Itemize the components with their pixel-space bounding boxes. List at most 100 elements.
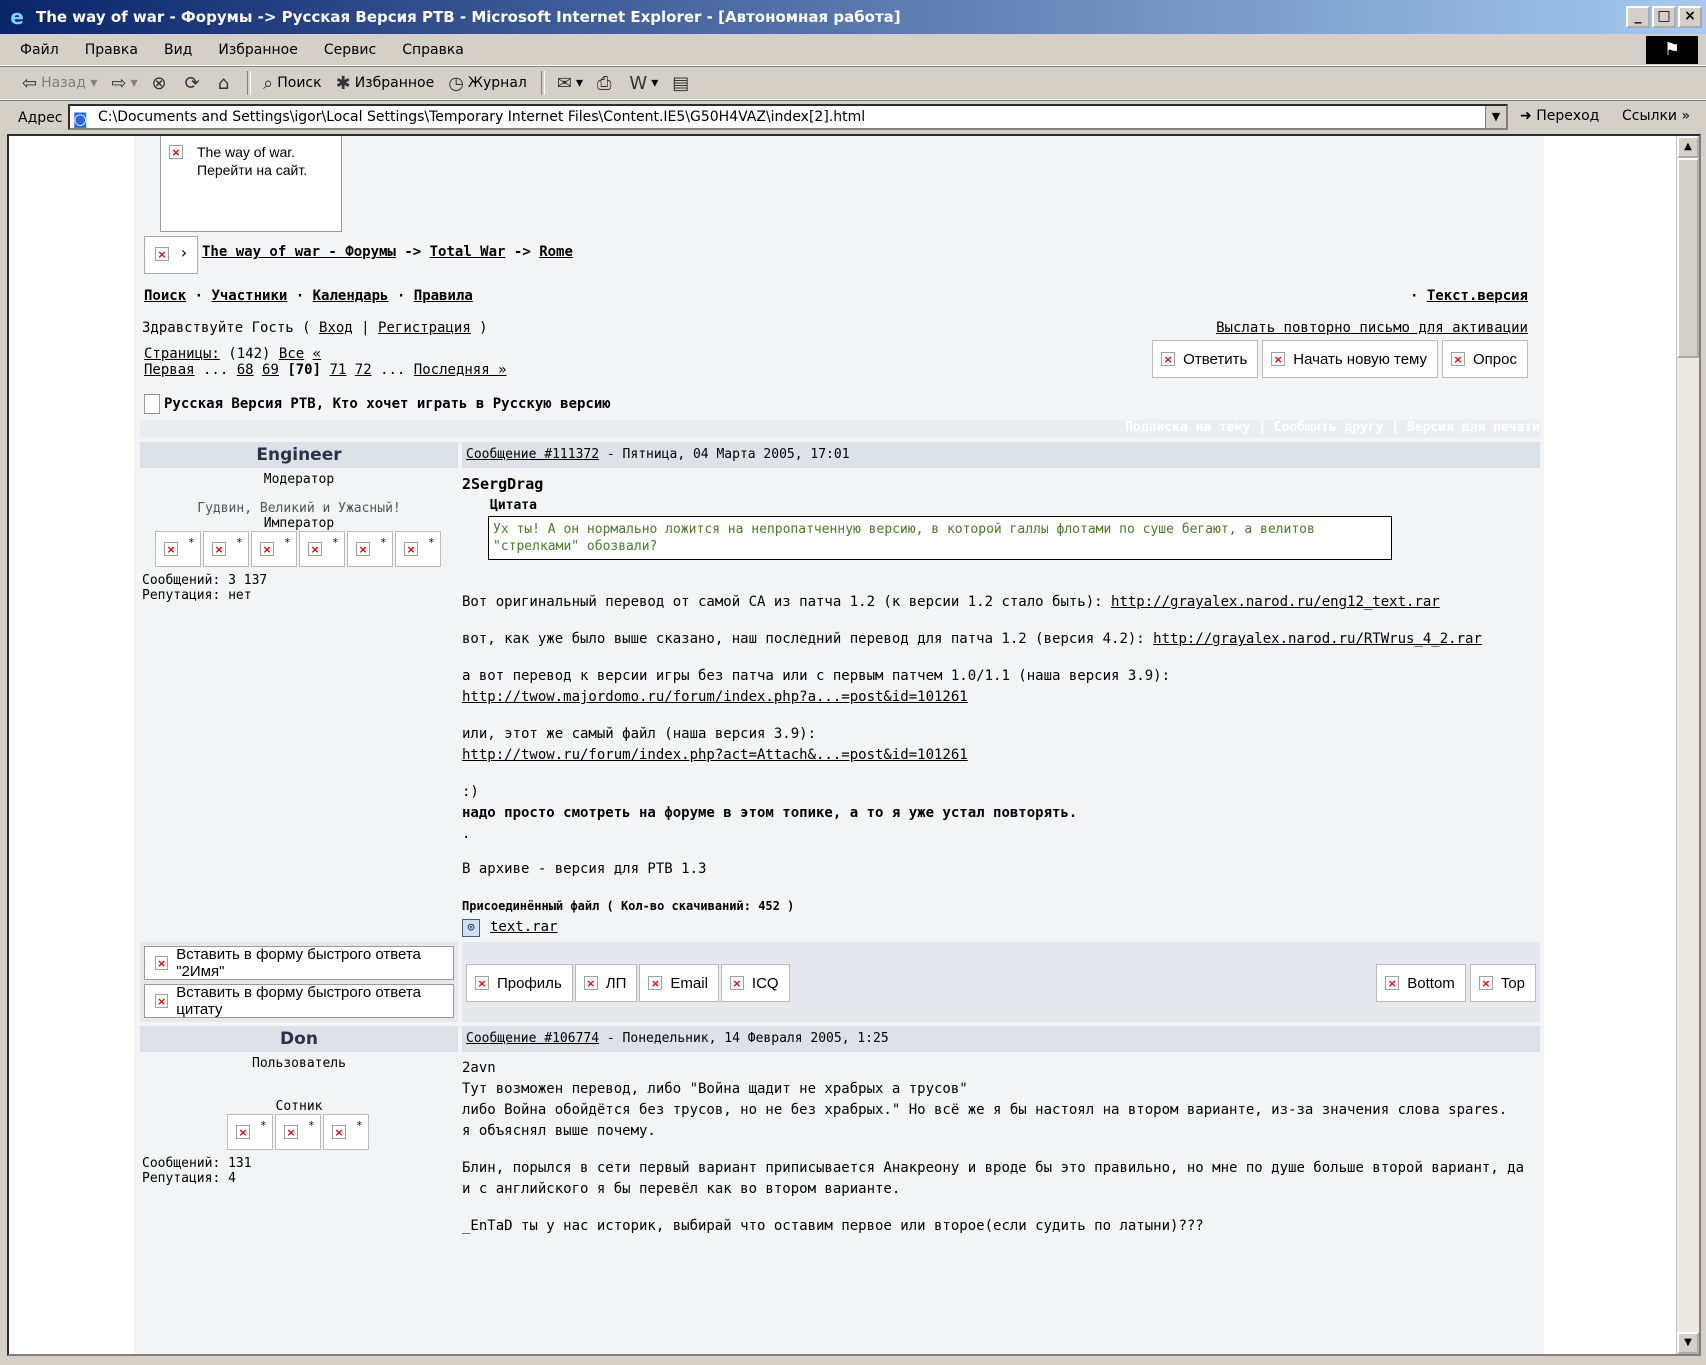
address-dropdown-button[interactable]: ▼: [1485, 106, 1506, 128]
menu-favorites[interactable]: Избранное: [218, 42, 298, 58]
poll-button[interactable]: × Опрос: [1442, 340, 1528, 378]
menu-file[interactable]: Файл: [20, 42, 59, 58]
rank-icons: × * × * × *: [140, 1114, 458, 1150]
top-button[interactable]: × Top: [1469, 964, 1536, 1002]
nav-search-link[interactable]: Поиск: [144, 288, 186, 304]
text-version-link[interactable]: Текст.версия: [1427, 288, 1528, 304]
post-author[interactable]: Engineer: [140, 442, 458, 468]
maximize-button[interactable]: □: [1652, 6, 1676, 28]
user-rank: Император: [263, 516, 335, 531]
rtwrus-link[interactable]: http://grayalex.narod.ru/RTWrus_4_2.rar: [1153, 631, 1482, 647]
quick-reply-name-button[interactable]: × Вставить в форму быстрого ответа "2Имя": [144, 946, 454, 980]
page-link[interactable]: 72: [355, 362, 372, 378]
post-footer-right: × Профиль × ЛП × Email × ICQ × Bottom × Top: [462, 942, 1540, 1022]
pm-button[interactable]: × ЛП: [574, 964, 638, 1002]
forward-button[interactable]: ⇨ ▾: [111, 73, 137, 94]
page-link[interactable]: 71: [329, 362, 346, 378]
menu-view[interactable]: Вид: [164, 42, 192, 58]
reply-button[interactable]: × Ответить: [1152, 340, 1259, 378]
email-button[interactable]: × Email: [639, 964, 719, 1002]
forum-page: × The way of war. Перейти на сайт. × › T…: [134, 136, 1544, 1354]
stop-button[interactable]: ⊗: [152, 73, 171, 94]
post-number-link[interactable]: Сообщение #106774: [466, 1031, 599, 1046]
post-text: а вот перевод к версии игры без патча ил…: [462, 668, 1171, 684]
discuss-button[interactable]: ▤: [672, 73, 693, 94]
topic-checkbox[interactable]: [144, 394, 160, 414]
menu-edit[interactable]: Правка: [85, 42, 138, 58]
post-paragraph: Вот оригинальный перевод от самой СА из …: [462, 592, 1532, 613]
profile-label: Профиль: [497, 974, 562, 992]
majordomo-link[interactable]: http://twow.majordomo.ru/forum/index.php…: [462, 687, 1532, 708]
links-button[interactable]: Ссылки »: [1622, 108, 1690, 124]
topic-actions: × Ответить × Начать новую тему × Опрос: [1152, 340, 1528, 378]
logo-text-line1: The way of war.: [197, 144, 296, 160]
address-url: C:\Documents and Settings\igor\Local Set…: [98, 109, 866, 125]
pages-first-link[interactable]: Первая: [144, 362, 195, 378]
profile-button[interactable]: × Профиль: [466, 964, 573, 1002]
search-label: Поиск: [277, 75, 322, 91]
breadcrumb-total-war[interactable]: Total War: [430, 244, 506, 260]
login-link[interactable]: Вход: [319, 320, 353, 336]
pages-last-link[interactable]: Последняя »: [414, 362, 507, 378]
scroll-thumb[interactable]: [1677, 158, 1699, 358]
print-button[interactable]: ⎙: [597, 73, 615, 94]
breadcrumb-rome[interactable]: Rome: [539, 244, 573, 260]
mail-button[interactable]: ✉ ▾: [557, 73, 583, 94]
breadcrumb: The way of war - Форумы -> Total War -> …: [202, 244, 573, 260]
rank-star: × *: [251, 531, 297, 567]
close-button[interactable]: ×: [1678, 6, 1702, 28]
menu-help[interactable]: Справка: [402, 42, 464, 58]
home-button[interactable]: ⌂: [218, 73, 233, 94]
scroll-down-arrow-icon[interactable]: ▼: [1677, 1332, 1699, 1354]
pages-all-link[interactable]: Все: [279, 346, 304, 362]
forward-arrow-icon: ⇨: [111, 72, 127, 94]
quick-reply-quote-button[interactable]: × Вставить в форму быстрого ответа цитату: [144, 984, 454, 1018]
vertical-scrollbar[interactable]: ▲ ▼: [1676, 136, 1699, 1354]
broken-image-icon: ×: [155, 247, 169, 261]
new-topic-button[interactable]: × Начать новую тему: [1262, 340, 1439, 378]
edit-button[interactable]: W ▾: [629, 73, 658, 94]
page-link[interactable]: 68: [237, 362, 254, 378]
post-user-info: Пользователь Сотник × * × * × * Сообщений: …: [140, 1054, 458, 1354]
post-line: 2avn: [462, 1060, 496, 1076]
favorites-button[interactable]: ✱ Избранное: [336, 73, 435, 94]
pages-label[interactable]: Страницы:: [144, 346, 220, 362]
user-rank: Сотник: [275, 1099, 323, 1114]
eng-text-link[interactable]: http://grayalex.narod.ru/eng12_text.rar: [1111, 594, 1440, 610]
post-number-link[interactable]: Сообщение #111372: [466, 447, 599, 462]
register-link[interactable]: Регистрация: [378, 320, 471, 336]
resend-activation-link[interactable]: Выслать повторно письмо для активации: [1216, 320, 1528, 336]
site-logo-link[interactable]: × The way of war. Перейти на сайт.: [160, 136, 342, 232]
nav-calendar-link[interactable]: Календарь: [313, 288, 389, 304]
pages-prev-link[interactable]: «: [313, 346, 321, 362]
nav-rules-link[interactable]: Правила: [414, 288, 473, 304]
home-icon: ⌂: [217, 72, 230, 94]
topic-options-bar[interactable]: Подписка на тему | Сообщить другу | Верс…: [140, 420, 1540, 438]
menu-tools[interactable]: Сервис: [324, 42, 376, 58]
breadcrumb-forums[interactable]: The way of war - Форумы: [202, 244, 396, 260]
broken-image-icon: ×: [1385, 976, 1400, 990]
bottom-button[interactable]: × Bottom: [1376, 964, 1466, 1002]
icq-button[interactable]: × ICQ: [720, 964, 790, 1002]
post-line: _EnTaD ты у нас историк, выбирай что ост…: [462, 1218, 1204, 1234]
attachment: ◎ text.rar: [462, 917, 1532, 938]
user-reputation: Репутация: 4: [142, 1171, 236, 1186]
page-icon: ◙: [73, 110, 88, 128]
broken-image-icon: ×: [1271, 352, 1286, 366]
post-author[interactable]: Don: [140, 1026, 458, 1052]
minimize-button[interactable]: _: [1626, 6, 1650, 28]
scroll-up-arrow-icon[interactable]: ▲: [1677, 136, 1699, 158]
search-button[interactable]: ⌕ Поиск: [263, 73, 321, 94]
back-button[interactable]: ⇦ Назад ▾: [22, 73, 97, 94]
post-meta: Сообщение #106774 - Понедельник, 14 Февр…: [462, 1026, 1540, 1052]
address-input[interactable]: ◙ C:\Documents and Settings\igor\Local S…: [68, 104, 1508, 130]
history-button[interactable]: ◷ Журнал: [448, 73, 527, 94]
nav-members-link[interactable]: Участники: [211, 288, 287, 304]
favorites-label: Избранное: [354, 75, 435, 91]
broken-image-icon: ×: [332, 1125, 346, 1139]
refresh-button[interactable]: ⟳: [185, 73, 204, 94]
page-link[interactable]: 69: [262, 362, 279, 378]
go-button[interactable]: ➜ Переход: [1520, 108, 1599, 124]
attachment-link[interactable]: text.rar: [490, 917, 557, 938]
twow-attach-link[interactable]: http://twow.ru/forum/index.php?act=Attac…: [462, 745, 1532, 766]
